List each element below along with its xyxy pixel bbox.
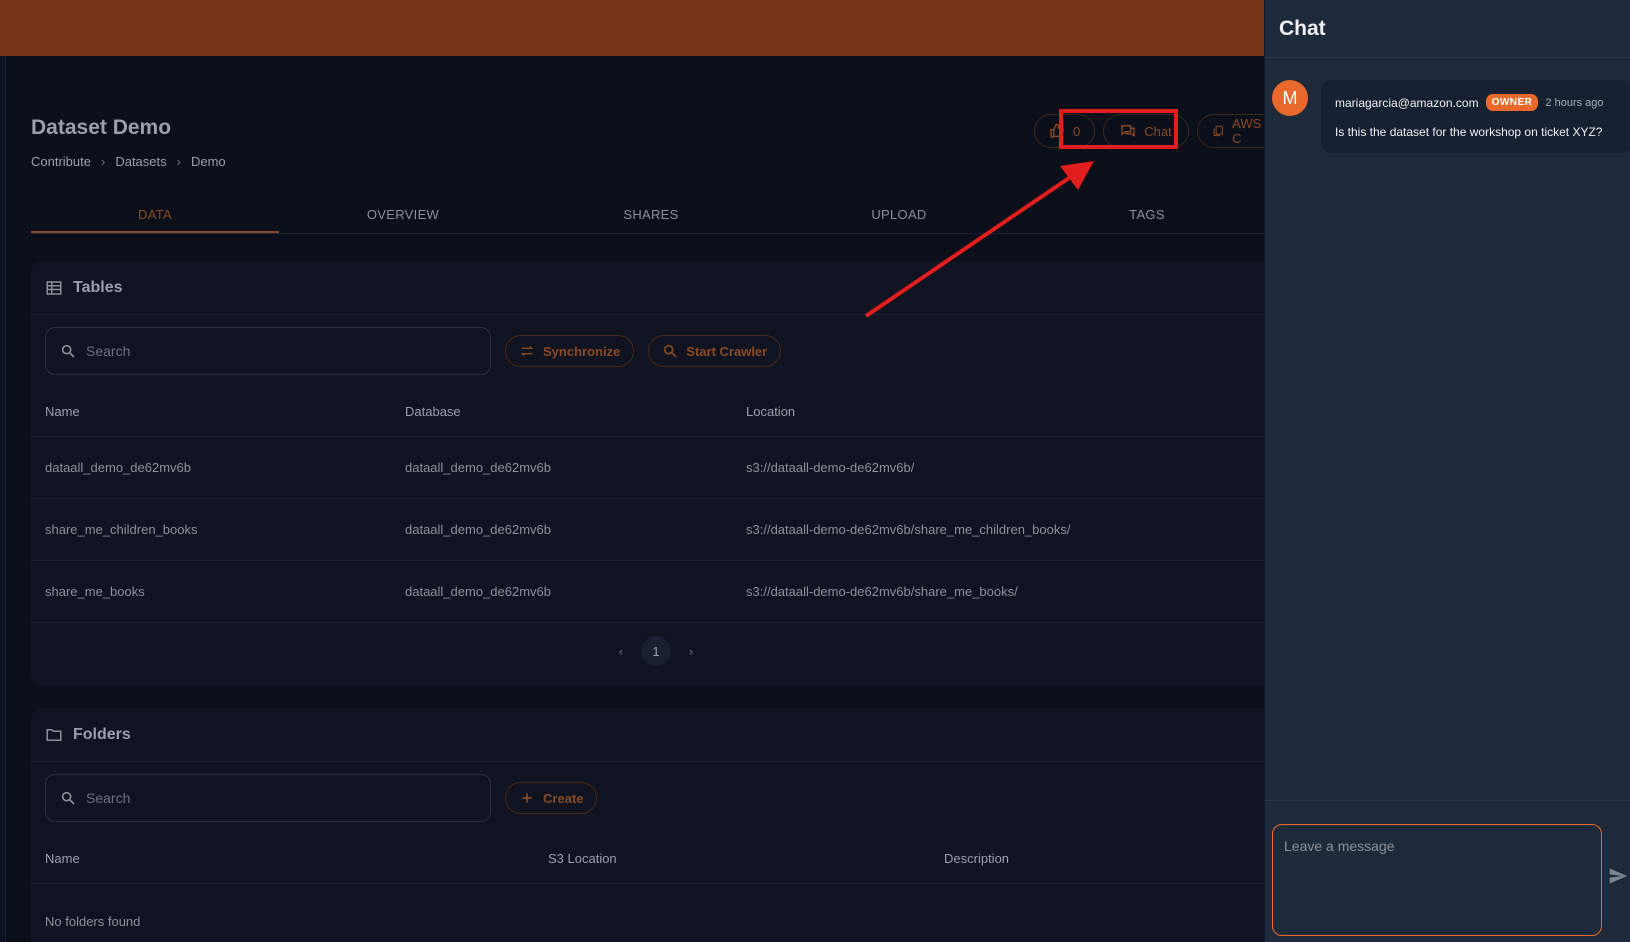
breadcrumb-demo: Demo [190,154,226,169]
table-name-cell[interactable]: dataall_demo_de62mv6b [31,460,391,475]
chat-panel: Chat M mariagarcia@amazon.com OWNER 2 ho… [1264,0,1630,942]
tables-card: Tables Search Synchronize Start Crawler … [31,261,1264,686]
tables-table: Name Database Location dataall_demo_de62… [31,387,1264,623]
synchronize-button[interactable]: Synchronize [505,335,635,367]
column-header-s3-location[interactable]: S3 Location [534,851,930,866]
tables-title: Tables [73,278,123,296]
table-name-cell[interactable]: share_me_children_books [31,522,391,537]
message-author: mariagarcia@amazon.com [1335,95,1479,110]
chat-message: M mariagarcia@amazon.com OWNER 2 hours a… [1272,80,1630,153]
chat-panel-title: Chat [1265,0,1630,58]
search-icon [61,791,75,805]
folders-header: Folders [31,708,1264,762]
tab-overview[interactable]: OVERVIEW [279,196,527,233]
chat-button-highlight [1059,109,1178,149]
column-header-database[interactable]: Database [391,404,732,419]
start-crawler-label: Start Crawler [686,343,768,359]
table-header-row: Name Database Location [31,387,1264,437]
message-header: mariagarcia@amazon.com OWNER 2 hours ago [1335,94,1617,111]
dataset-tabs: DATA OVERVIEW SHARES UPLOAD TAGS [31,196,1264,234]
folders-title: Folders [73,725,131,743]
tab-upload[interactable]: UPLOAD [775,196,1023,233]
tab-tags[interactable]: TAGS [1023,196,1264,233]
page-title: Dataset Demo [31,116,172,139]
table-name-cell[interactable]: share_me_books [31,584,391,599]
column-header-name[interactable]: Name [31,404,391,419]
chat-composer [1265,800,1630,942]
create-folder-button[interactable]: Create [505,782,598,814]
page-number[interactable]: 1 [641,636,671,666]
table-location-cell: s3://dataall-demo-de62mv6b/ [746,460,915,475]
start-crawler-button[interactable]: Start Crawler [648,335,782,367]
table-icon [46,280,62,295]
column-header-location[interactable]: Location [732,404,1264,419]
pagination: ‹ 1 › [31,636,1264,666]
breadcrumb: Contribute › Datasets › Demo [31,154,226,169]
send-icon[interactable] [1608,866,1628,886]
plus-icon [522,793,532,803]
sync-icon [520,345,534,357]
aws-console-label: AWS C [1232,116,1262,146]
chevron-right-icon[interactable]: › [689,644,693,659]
aws-console-button[interactable]: AWS C [1196,114,1264,148]
no-folders-message: No folders found [45,914,141,929]
table-database-cell: dataall_demo_de62mv6b [405,522,551,537]
breadcrumb-datasets[interactable]: Datasets [115,154,166,169]
chevron-right-icon: › [176,154,181,169]
synchronize-label: Synchronize [543,343,621,359]
table-location-cell: s3://dataall-demo-de62mv6b/share_me_book… [746,584,1018,599]
folders-search-input[interactable]: Search [45,774,491,822]
tables-search-input[interactable]: Search [45,327,491,375]
create-folder-label: Create [543,790,584,806]
tables-header: Tables [31,261,1264,315]
avatar: M [1272,80,1308,116]
table-row[interactable]: dataall_demo_de62mv6b dataall_demo_de62m… [31,437,1264,499]
chevron-left-icon[interactable]: ‹ [619,644,623,659]
folders-toolbar: Search Create [45,774,598,822]
table-database-cell: dataall_demo_de62mv6b [405,460,551,475]
folder-icon [46,728,62,741]
table-row[interactable]: share_me_books dataall_demo_de62mv6b s3:… [31,561,1264,623]
copy-icon [1213,125,1223,137]
folders-card: Folders Search Create Name S3 Location D… [31,708,1264,942]
message-bubble: mariagarcia@amazon.com OWNER 2 hours ago… [1321,80,1630,153]
tab-data[interactable]: DATA [31,196,279,233]
message-time: 2 hours ago [1545,96,1604,109]
tables-search-placeholder: Search [86,343,131,359]
column-header-description[interactable]: Description [930,851,1264,866]
column-header-name[interactable]: Name [31,851,534,866]
main-content: Dataset Demo Contribute › Datasets › Dem… [6,56,1264,942]
search-icon [61,344,75,358]
table-header-row: Name S3 Location Description [31,834,1264,884]
owner-badge: OWNER [1485,94,1539,111]
folders-table: Name S3 Location Description [31,834,1264,884]
breadcrumb-contribute[interactable]: Contribute [31,154,91,169]
message-input[interactable] [1272,824,1602,936]
tab-shares[interactable]: SHARES [527,196,775,233]
table-location-cell: s3://dataall-demo-de62mv6b/share_me_chil… [746,522,1071,537]
table-database-cell: dataall_demo_de62mv6b [405,584,551,599]
tables-toolbar: Search Synchronize Start Crawler [45,327,782,375]
chevron-right-icon: › [100,154,106,169]
folders-search-placeholder: Search [86,790,131,806]
table-row[interactable]: share_me_children_books dataall_demo_de6… [31,499,1264,561]
search-icon [664,344,677,358]
top-app-bar [0,0,1264,56]
message-text: Is this the dataset for the workshop on … [1335,125,1603,139]
